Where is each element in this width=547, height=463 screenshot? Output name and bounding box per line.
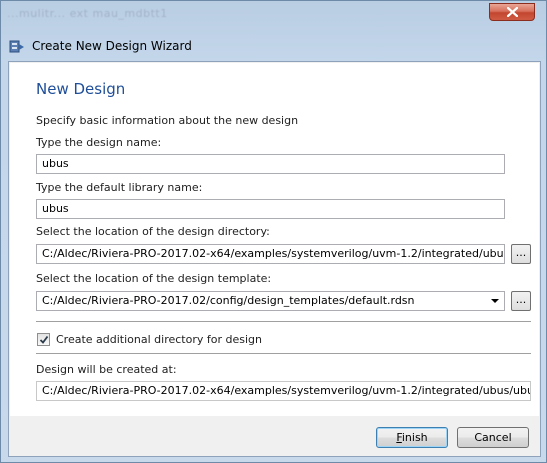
design-directory-input[interactable]: C:/Aldec/Riviera-PRO-2017.02-x64/example…	[36, 244, 505, 264]
page-heading: New Design	[36, 80, 126, 98]
design-directory-browse-button[interactable]: ...	[511, 244, 531, 264]
wizard-page: New Design Specify basic information abo…	[10, 63, 539, 416]
created-at-label: Design will be created at:	[36, 363, 177, 376]
cancel-button[interactable]: Cancel	[457, 427, 529, 448]
intro-text: Specify basic information about the new …	[36, 114, 299, 127]
window-title: Create New Design Wizard	[32, 39, 192, 53]
dialog-client-area: New Design Specify basic information abo…	[8, 61, 541, 457]
design-directory-label: Select the location of the design direct…	[36, 225, 270, 238]
finish-label: inish	[401, 431, 428, 444]
background-window-text: ...mulitr... ext mau_mdbtt1	[7, 7, 168, 20]
created-at-path: C:/Aldec/Riviera-PRO-2017.02-x64/example…	[36, 381, 531, 401]
library-name-label: Type the default library name:	[36, 181, 203, 194]
additional-directory-checkbox[interactable]	[37, 333, 50, 346]
close-button[interactable]	[489, 3, 535, 21]
library-name-input[interactable]: ubus	[36, 199, 505, 219]
dropdown-arrow-icon[interactable]	[491, 299, 499, 303]
design-template-select[interactable]: C:/Aldec/Riviera-PRO-2017.02/config/desi…	[36, 291, 505, 311]
titlebar: Create New Design Wizard	[9, 36, 192, 56]
separator	[36, 353, 531, 354]
additional-directory-label[interactable]: Create additional directory for design	[56, 333, 262, 346]
checkmark-icon	[39, 335, 49, 344]
close-icon	[506, 7, 518, 17]
separator	[36, 321, 531, 322]
finish-button[interactable]: Finish	[376, 427, 448, 448]
design-template-browse-button[interactable]: ...	[511, 291, 531, 311]
design-template-value: C:/Aldec/Riviera-PRO-2017.02/config/desi…	[42, 294, 415, 307]
design-template-label: Select the location of the design templa…	[36, 272, 272, 285]
design-name-input[interactable]: ubus	[36, 154, 505, 174]
design-name-label: Type the design name:	[36, 136, 162, 149]
wizard-app-icon	[9, 38, 25, 54]
wizard-window: ...mulitr... ext mau_mdbtt1 Create New D…	[0, 0, 547, 463]
window-frame: ...mulitr... ext mau_mdbtt1 Create New D…	[0, 0, 547, 463]
